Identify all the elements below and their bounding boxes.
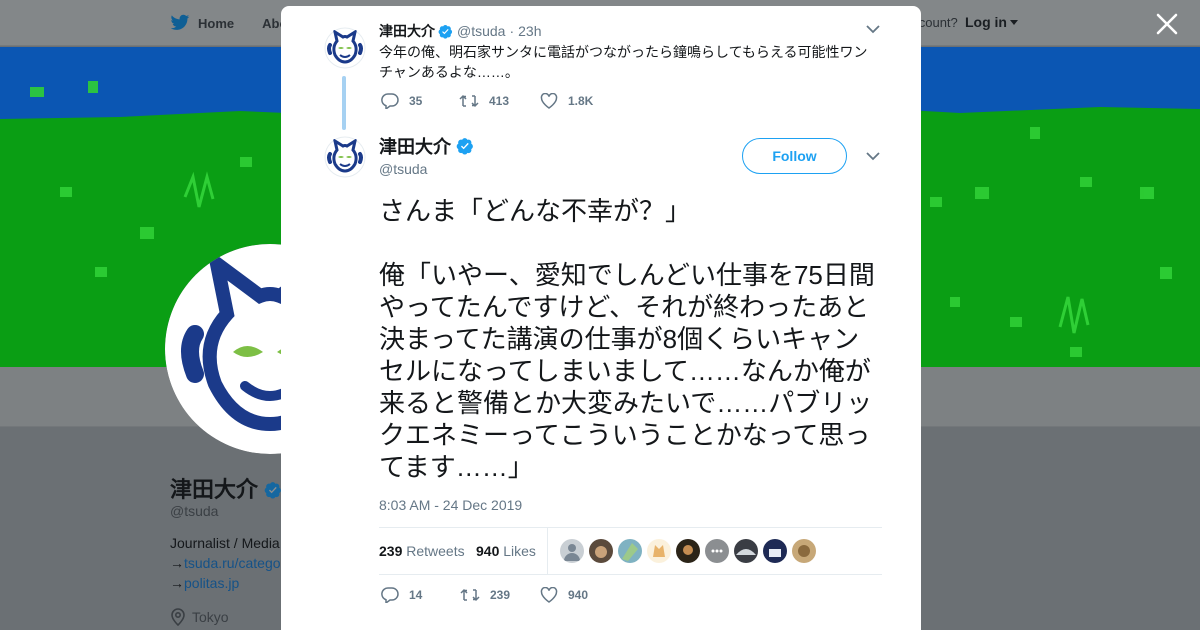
profile-location: Tokyo: [170, 608, 229, 626]
twitter-bird-icon[interactable]: [170, 14, 190, 32]
location-pin-icon: [171, 608, 185, 626]
profile-handle: @tsuda: [170, 503, 219, 519]
liker-avatar[interactable]: [705, 539, 729, 563]
retweet-icon: [460, 588, 480, 602]
verified-badge-icon: [264, 482, 282, 499]
main-tweet-handle[interactable]: @tsuda: [379, 161, 427, 177]
profile-link-2-text[interactable]: politas.jp: [184, 575, 239, 591]
main-tweet-avatar[interactable]: [324, 136, 366, 178]
chevron-down-icon[interactable]: [866, 151, 880, 161]
liker-avatar[interactable]: [560, 539, 584, 563]
retweets-stat[interactable]: 239 Retweets: [379, 543, 465, 559]
verified-badge-icon: [456, 138, 473, 155]
retweet-count: 239: [490, 588, 511, 602]
liker-avatar[interactable]: [734, 539, 758, 563]
chevron-down-icon: [1010, 20, 1018, 25]
liker-avatar[interactable]: [618, 539, 642, 563]
like-icon: [540, 587, 558, 603]
parent-tweet-avatar[interactable]: [324, 27, 366, 69]
like-count: 1.8K: [568, 94, 594, 108]
reply-action[interactable]: 35: [381, 93, 459, 109]
parent-tweet-actions: 35 413 1.8K: [381, 93, 593, 109]
verified-badge-icon: [438, 24, 453, 39]
retweet-action[interactable]: 413: [459, 93, 540, 109]
likes-stat-count: 940: [476, 543, 500, 559]
reply-count: 35: [409, 94, 423, 108]
close-icon[interactable]: [1155, 12, 1179, 36]
parent-tweet-author-name[interactable]: 津田大介: [379, 21, 435, 41]
tweet-permalink-modal: 津田大介 @tsuda · 23h 今年の俺、明石家サンタに電話がつながったら鐘…: [281, 6, 921, 630]
main-tweet-author-name-text: 津田大介: [379, 137, 451, 157]
main-tweet-timestamp[interactable]: 8:03 AM - 24 Dec 2019: [379, 497, 522, 513]
likes-stat-label: Likes: [503, 543, 536, 559]
liker-avatar[interactable]: [792, 539, 816, 563]
parent-tweet-age[interactable]: 23h: [518, 23, 541, 39]
main-tweet-actions: 14 239 940: [381, 587, 588, 603]
retweets-stat-label: Retweets: [406, 543, 465, 559]
liker-avatar[interactable]: [763, 539, 787, 563]
top-nav: Home Abo: [170, 0, 287, 46]
link-arrow: →: [170, 575, 184, 591]
main-tweet-author-name[interactable]: 津田大介: [379, 133, 474, 159]
tweet-stats: 239 Retweets 940 Likes: [379, 527, 882, 575]
thread-connector-line: [342, 76, 346, 130]
profile-location-text: Tokyo: [192, 609, 229, 625]
dot-separator: ·: [509, 23, 515, 39]
liker-avatar[interactable]: [676, 539, 700, 563]
profile-link-1-text[interactable]: tsuda.ru/catego: [184, 555, 281, 571]
retweet-count: 413: [489, 94, 510, 108]
reply-count: 14: [409, 588, 423, 602]
like-count: 940: [568, 588, 589, 602]
profile-bio: Journalist / Media: [170, 535, 280, 551]
like-icon: [540, 93, 558, 109]
login-button[interactable]: Log in: [965, 14, 1018, 30]
like-action[interactable]: 1.8K: [540, 93, 593, 109]
chevron-down-icon[interactable]: [866, 24, 880, 34]
reply-icon: [381, 587, 399, 603]
retweet-action[interactable]: 239: [460, 587, 540, 603]
link-arrow: →: [170, 555, 184, 571]
likes-stat[interactable]: 940 Likes: [476, 543, 536, 559]
reply-icon: [381, 93, 399, 109]
main-tweet-text: さんま「どんな不幸が？」 俺「いやー、愛知でしんどい仕事を75日間やってたんです…: [379, 196, 875, 482]
profile-name-text: 津田大介: [170, 477, 259, 502]
stats-divider: [547, 528, 548, 575]
liker-avatar[interactable]: [647, 539, 671, 563]
retweets-stat-count: 239: [379, 543, 403, 559]
liker-avatars: [560, 539, 821, 563]
liker-avatar[interactable]: [589, 539, 613, 563]
login-label: Log in: [965, 14, 1007, 30]
profile-link-2[interactable]: →politas.jp: [170, 575, 239, 591]
parent-tweet-handle[interactable]: @tsuda: [457, 23, 505, 39]
reply-action[interactable]: 14: [381, 587, 460, 603]
profile-name: 津田大介: [170, 472, 282, 504]
like-action[interactable]: 940: [540, 587, 588, 603]
retweet-icon: [459, 94, 479, 108]
parent-tweet-text: 今年の俺、明石家サンタに電話がつながったら鐘鳴らしてもらえる可能性ワンチャンある…: [379, 44, 868, 80]
follow-button[interactable]: Follow: [742, 138, 847, 174]
nav-home-link[interactable]: Home: [198, 16, 234, 31]
parent-tweet-header: 津田大介 @tsuda · 23h: [379, 21, 542, 41]
profile-link-1[interactable]: →tsuda.ru/catego: [170, 555, 281, 571]
